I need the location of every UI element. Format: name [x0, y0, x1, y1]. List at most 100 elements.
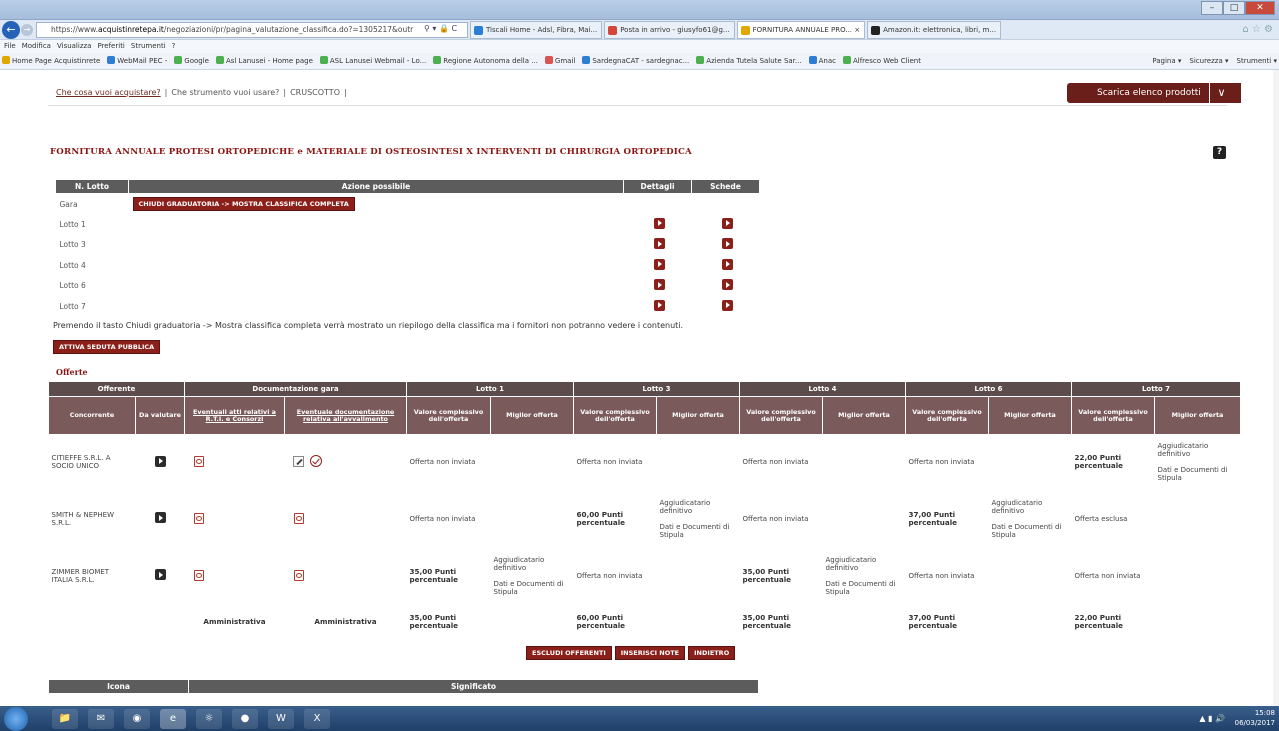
details-icon[interactable] [654, 238, 665, 250]
col-rti-consorzi[interactable]: Eventuali atti relativi a R.T.I. e Conso… [193, 408, 276, 423]
best-offer [1155, 490, 1241, 548]
pdf-icon[interactable] [193, 569, 204, 581]
browser-tab[interactable]: Tiscali Home - Adsl, Fibra, Mai... [470, 21, 603, 39]
back-button[interactable]: ← [2, 21, 20, 39]
media-icon[interactable]: ● [232, 709, 258, 729]
outlook-icon[interactable]: ✉ [88, 709, 114, 729]
lot-label: Lotto 1 [59, 219, 86, 229]
firefox-icon[interactable]: ☼ [196, 709, 222, 729]
schede-icon[interactable] [722, 217, 733, 229]
help-icon[interactable]: ? [1213, 146, 1226, 159]
favorites-tool[interactable]: Sicurezza ▾ [1189, 57, 1228, 65]
pdf-icon[interactable] [293, 512, 304, 524]
details-icon[interactable] [654, 217, 665, 229]
check-icon[interactable] [309, 455, 322, 468]
menu-item[interactable]: Modifica [22, 42, 51, 50]
aggiudicatario-link[interactable]: Aggiudicatario definitivo [494, 556, 571, 572]
menu-bar: File Modifica Visualizza Preferiti Strumenti… [0, 40, 1279, 53]
menu-item[interactable]: Visualizza [57, 42, 91, 50]
schede-icon[interactable] [722, 279, 733, 291]
schede-icon[interactable] [722, 258, 733, 270]
tray-icons[interactable]: ▲ ▮ 🔊 [1199, 714, 1225, 723]
aggiudicatario-link[interactable]: Aggiudicatario definitivo [660, 499, 737, 515]
home-icon[interactable]: ⌂ ☆ ⚙ [1242, 24, 1273, 35]
offer-value: Offerta esclusa [1074, 514, 1128, 523]
stipula-link[interactable]: Dati e Documenti di Stipula [992, 523, 1069, 539]
download-products-button[interactable]: Scarica elenco prodotti ∨ [1067, 83, 1241, 103]
lot-label: Lotto 3 [59, 240, 86, 250]
forward-button[interactable]: → [21, 24, 33, 36]
chiudi-graduatoria-button[interactable]: CHIUDI GRADUATORIA -> MOSTRA CLASSIFICA … [132, 197, 355, 211]
legend-icona: Icona [48, 679, 189, 694]
details-icon[interactable] [654, 258, 665, 270]
menu-item[interactable]: File [4, 42, 16, 50]
menu-item[interactable]: Strumenti [131, 42, 166, 50]
excel-icon[interactable]: X [304, 709, 330, 729]
stipula-link[interactable]: Dati e Documenti di Stipula [826, 580, 903, 596]
chrome-icon[interactable]: ◉ [124, 709, 150, 729]
indietro-button[interactable]: INDIETRO [688, 646, 736, 660]
favorite-link[interactable]: Gmail [544, 56, 575, 65]
aggiudicatario-link[interactable]: Aggiudicatario definitivo [992, 499, 1069, 515]
browser-tab[interactable]: Amazon.it: elettronica, libri, m... [867, 21, 1002, 39]
favorite-link[interactable]: Anac [808, 56, 836, 65]
attiva-seduta-button[interactable]: ATTIVA SEDUTA PUBBLICA [53, 340, 161, 354]
favorite-link[interactable]: ASL Lanusei Webmail - Lo... [319, 56, 426, 65]
browser-tab[interactable]: Posta in arrivo - giusyfo61@g... [604, 21, 735, 39]
details-icon[interactable] [654, 299, 665, 311]
offer-value: 60,00 Punti percentuale [576, 509, 626, 527]
word-icon[interactable]: W [268, 709, 294, 729]
inserisci-note-button[interactable]: INSERISCI NOTE [614, 646, 686, 660]
rti-cell [185, 490, 285, 548]
close-button[interactable]: ✕ [1245, 1, 1275, 15]
nav-link-cosa-acquistare[interactable]: Che cosa vuoi acquistare? [56, 88, 161, 97]
col-valore: Valore complessivo dell'offerta [739, 396, 823, 435]
browser-tab[interactable]: FORNITURA ANNUALE PRO... × [736, 21, 866, 39]
menu-item[interactable]: ? [172, 42, 176, 50]
favorite-icon [215, 56, 224, 64]
pdf-icon[interactable] [293, 569, 304, 581]
table-row: Lotto 6 [56, 276, 760, 297]
nav-link-strumento[interactable]: Che strumento vuoi usare? [171, 88, 279, 97]
ie-icon[interactable]: e [160, 709, 186, 729]
menu-item[interactable]: Preferiti [97, 42, 124, 50]
favorite-link[interactable]: Azienda Tutela Salute Sar... [696, 56, 802, 65]
schede-icon[interactable] [722, 299, 733, 311]
favorite-link[interactable]: Regione Autonoma della ... [433, 56, 538, 65]
nav-link-cruscotto[interactable]: CRUSCOTTO [290, 88, 340, 97]
details-icon[interactable] [654, 279, 665, 291]
concorrente-name: CITIEFFE S.R.L. A SOCIO UNICO [51, 454, 111, 471]
scrollbar[interactable] [1273, 70, 1279, 706]
favorite-icon [808, 56, 817, 64]
favorite-link[interactable]: Alfresco Web Client [842, 56, 921, 65]
stipula-link[interactable]: Dati e Documenti di Stipula [1158, 466, 1238, 482]
escludi-offerenti-button[interactable]: ESCLUDI OFFERENTI [526, 646, 612, 660]
maximize-button[interactable]: □ [1223, 1, 1245, 15]
aggiudicatario-link[interactable]: Aggiudicatario definitivo [826, 556, 903, 572]
aggiudicatario-link[interactable]: Aggiudicatario definitivo [1158, 442, 1238, 458]
stipula-link[interactable]: Dati e Documenti di Stipula [660, 523, 737, 539]
search-icon[interactable]: ⚲ ▾ 🔒 C [424, 24, 457, 33]
valutare-icon[interactable] [154, 512, 166, 523]
favorite-link[interactable]: Google [174, 56, 209, 65]
valutare-icon[interactable] [154, 569, 166, 580]
col-avvalimento[interactable]: Eventuale documentazione relativa all'av… [297, 408, 394, 423]
address-bar[interactable]: https://www.acquistinretepa.it/negoziazi… [36, 22, 468, 38]
favorite-link[interactable]: WebMail PEC - [107, 56, 167, 65]
favorites-tool[interactable]: Strumenti ▾ [1237, 57, 1278, 65]
favorite-link[interactable]: SardegnaCAT - sardegnac... [582, 56, 689, 65]
chevron-down-icon[interactable]: ∨ [1209, 83, 1233, 103]
pdf-icon[interactable] [193, 512, 204, 524]
favorites-tool[interactable]: Pagina ▾ [1152, 57, 1181, 65]
favorite-link[interactable]: Asl Lanusei - Home page [215, 56, 313, 65]
folder-icon[interactable]: 📁 [52, 709, 78, 729]
pdf-icon[interactable] [193, 455, 204, 468]
edit-icon[interactable] [292, 456, 304, 468]
schede-icon[interactable] [722, 238, 733, 250]
start-button[interactable] [4, 707, 28, 731]
minimize-button[interactable]: – [1201, 1, 1223, 15]
clock[interactable]: 15:08 06/03/2017 [1235, 708, 1275, 728]
favorite-link[interactable]: Home Page Acquistinrete [2, 56, 100, 65]
stipula-link[interactable]: Dati e Documenti di Stipula [494, 580, 571, 596]
valutare-icon[interactable] [154, 455, 166, 467]
